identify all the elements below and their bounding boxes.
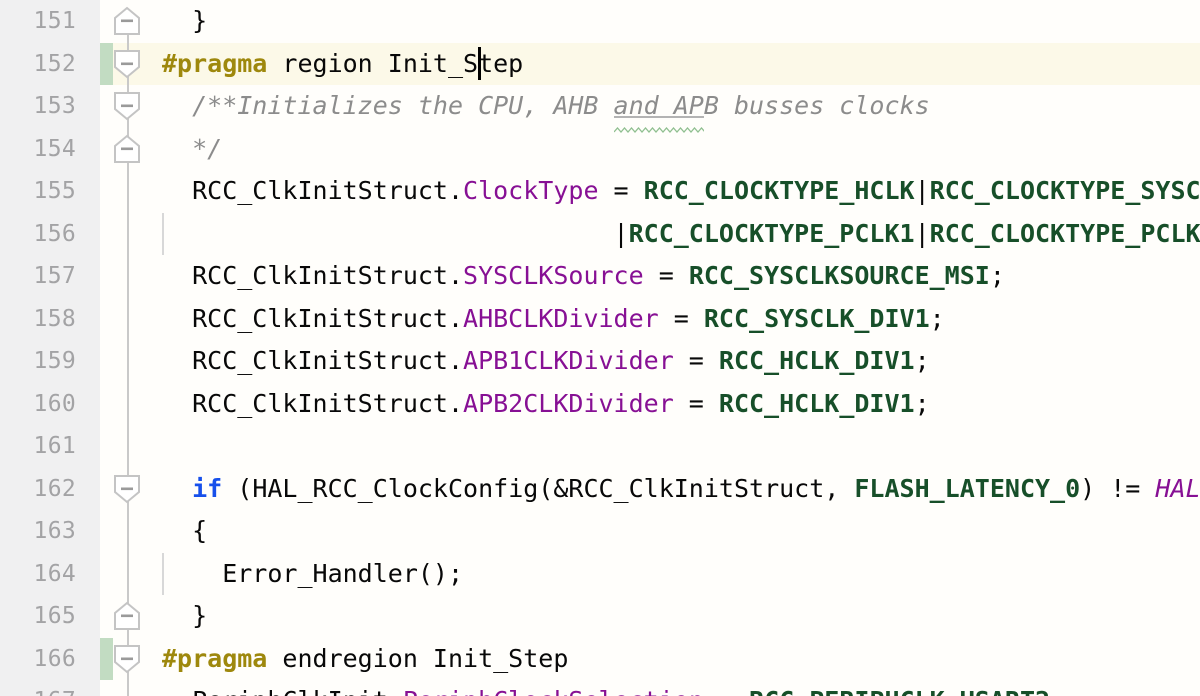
code-editor[interactable]: 151 152 153 154 155 156 157 158 159 160 161 162 163 1…: [0, 0, 1200, 696]
fold-start-icon[interactable]: [113, 474, 141, 504]
indent-guide: [162, 552, 164, 595]
spellcheck-squiggle: [613, 118, 712, 133]
fold-start-icon[interactable]: [113, 91, 141, 121]
code-line-background: [100, 425, 1200, 468]
editor-line-row[interactable]: 151: [0, 0, 1200, 43]
code-line-background: [100, 510, 1200, 553]
code-line-background: [100, 0, 1200, 43]
code-line-background: [100, 680, 1200, 696]
editor-line-row[interactable]: 165: [0, 595, 1200, 638]
fold-end-icon[interactable]: [113, 134, 141, 164]
editor-line-row[interactable]: 158: [0, 297, 1200, 341]
line-number[interactable]: 152: [0, 43, 76, 86]
line-number[interactable]: 157: [0, 255, 76, 298]
line-number[interactable]: 162: [0, 468, 76, 511]
text-caret: [478, 46, 482, 80]
line-number[interactable]: 159: [0, 340, 76, 383]
code-line-background: [100, 213, 1200, 256]
code-line-background: [100, 553, 1200, 596]
line-number[interactable]: 165: [0, 595, 76, 638]
fold-end-icon[interactable]: [113, 6, 141, 36]
fold-end-icon[interactable]: [113, 601, 141, 631]
code-line-background: [100, 595, 1200, 638]
vcs-change-marker[interactable]: [100, 42, 113, 85]
editor-line-row[interactable]: 159: [0, 340, 1200, 383]
line-number[interactable]: 153: [0, 85, 76, 128]
line-number[interactable]: 155: [0, 170, 76, 213]
code-line-background: [100, 255, 1200, 298]
indent-guide: [162, 212, 164, 255]
editor-line-row[interactable]: 161: [0, 425, 1200, 468]
line-number[interactable]: 163: [0, 510, 76, 553]
editor-line-row[interactable]: 156: [0, 212, 1200, 256]
fold-start-icon[interactable]: [113, 49, 141, 79]
code-line-background: [100, 340, 1200, 383]
line-number[interactable]: 167: [0, 680, 76, 696]
code-line-background: [100, 383, 1200, 426]
editor-line-row[interactable]: 152: [0, 42, 1200, 86]
line-number[interactable]: 166: [0, 638, 76, 681]
editor-line-row[interactable]: 155: [0, 170, 1200, 213]
editor-line-row[interactable]: 162: [0, 467, 1200, 511]
line-number[interactable]: 151: [0, 0, 76, 43]
code-line-background: [100, 170, 1200, 213]
editor-line-row[interactable]: 164: [0, 552, 1200, 596]
line-number[interactable]: 164: [0, 553, 76, 596]
editor-line-row[interactable]: 167: [0, 680, 1200, 696]
fold-start-icon[interactable]: [113, 644, 141, 674]
editor-line-row[interactable]: 163: [0, 510, 1200, 553]
fold-region-line: [127, 488, 129, 617]
code-line-background: [100, 128, 1200, 171]
code-line-background: [100, 298, 1200, 341]
line-number[interactable]: 156: [0, 213, 76, 256]
editor-line-row[interactable]: 160: [0, 382, 1200, 426]
vcs-change-marker[interactable]: [100, 637, 113, 680]
editor-line-row[interactable]: 166: [0, 637, 1200, 681]
editor-line-row[interactable]: 157: [0, 255, 1200, 298]
code-line-background: [100, 42, 1200, 85]
code-line-background: [100, 468, 1200, 511]
line-number[interactable]: 161: [0, 425, 76, 468]
line-number[interactable]: 160: [0, 383, 76, 426]
line-number[interactable]: 154: [0, 128, 76, 171]
editor-line-row[interactable]: 153: [0, 85, 1200, 128]
editor-line-row[interactable]: 154: [0, 127, 1200, 171]
line-number[interactable]: 158: [0, 298, 76, 341]
code-line-background: [100, 638, 1200, 681]
